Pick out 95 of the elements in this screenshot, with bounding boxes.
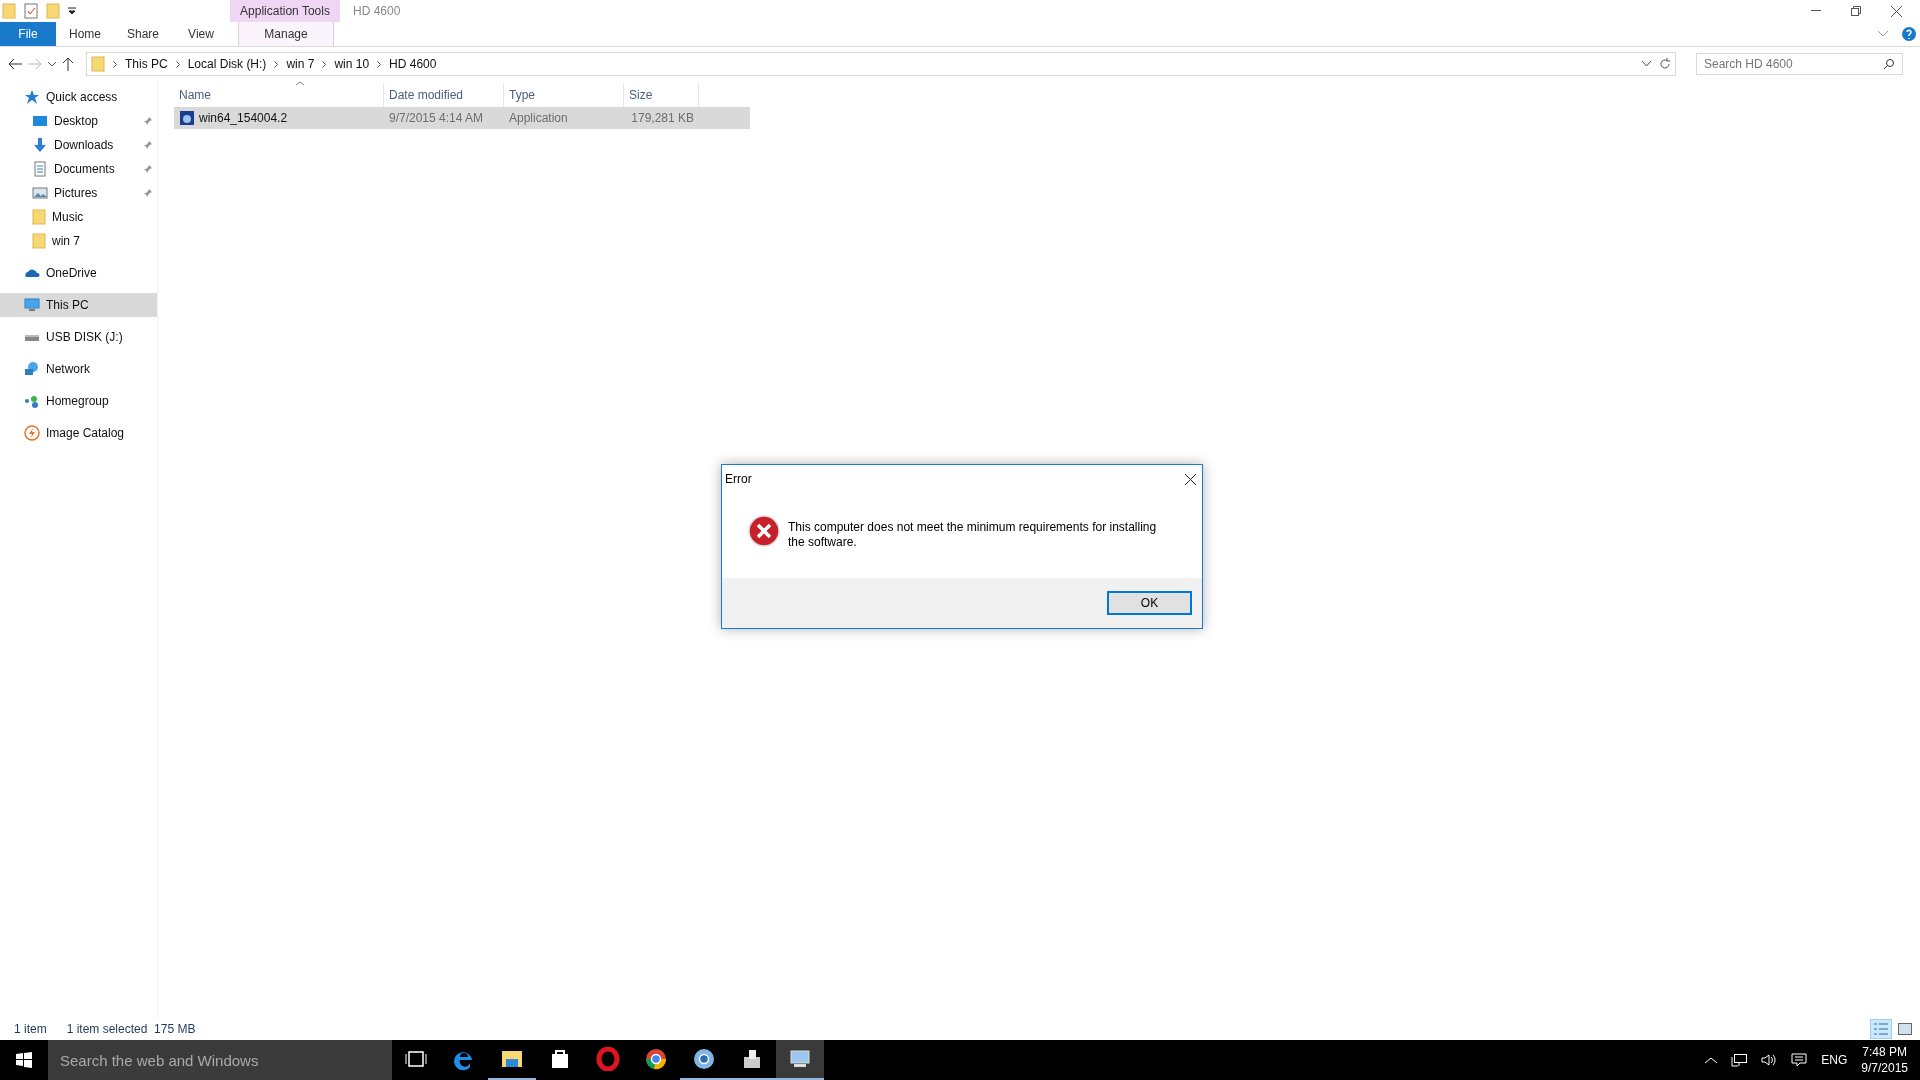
o-ring-icon [596, 1047, 620, 1071]
recent-button[interactable] [48, 61, 56, 67]
chevron-icon [113, 60, 117, 68]
new-folder-icon [46, 3, 60, 19]
desktop-icon [32, 113, 48, 129]
taskbar-search-field[interactable]: Search the web and Windows [48, 1040, 392, 1080]
search-icon [1883, 58, 1895, 70]
dropdown-icon[interactable] [68, 7, 76, 15]
properties-icon[interactable] [24, 3, 38, 19]
pin-icon [143, 164, 153, 174]
chrome-ball-icon [644, 1047, 668, 1071]
close-icon [1185, 473, 1196, 485]
dialog-title: Error [725, 472, 752, 486]
ok-button[interactable]: OK [1107, 591, 1192, 615]
size-cell-text: 179,281 KB [630, 111, 695, 125]
sidebar-item[interactable]: Desktop [0, 109, 157, 133]
folder-icon [91, 56, 105, 72]
date-cell-text: 9/7/2015 4:14 AM [388, 111, 485, 125]
chevron-icon [274, 60, 279, 68]
sidebar-item[interactable]: Network [0, 357, 157, 381]
ribbon-tab[interactable]: Manage [238, 22, 334, 46]
sidebar-item[interactable]: USB DISK (J:) [0, 325, 157, 349]
lightning-icon [24, 425, 40, 441]
down-arrow-icon [32, 137, 48, 153]
breadcrumb[interactable]: This PC [125, 57, 168, 71]
breadcrumb[interactable]: win 7 [286, 57, 315, 71]
pin-icon [143, 140, 153, 150]
error-message: This computer does not meet the minimum requirements for installing the software. [788, 520, 1158, 550]
list-icon [1874, 1023, 1888, 1035]
file-row[interactable]: win64_154004.2 9/7/2015 4:14 AM Application 179,281 KB [174, 107, 750, 129]
sidebar-item[interactable]: This PC [0, 293, 157, 317]
folder-icon [32, 209, 46, 225]
clock[interactable]: 7:48 PM 9/7/2015 [1861, 1044, 1908, 1076]
star-icon [24, 89, 40, 105]
breadcrumb[interactable]: Local Disk (H:) [187, 57, 267, 71]
ribbon-tab[interactable]: Home [56, 22, 114, 46]
speaker-icon[interactable] [1761, 1053, 1778, 1067]
monitor-icon [24, 297, 40, 313]
sidebar-item[interactable]: Documents [0, 157, 157, 181]
chevron-icon [48, 61, 56, 67]
sidebar-item[interactable]: Music [0, 205, 157, 229]
sidebar-item[interactable]: win 7 [0, 229, 157, 253]
pin-icon [143, 188, 153, 198]
browser-icon [692, 1047, 716, 1071]
language-indicator[interactable]: ENG [1821, 1053, 1848, 1067]
drive-icon [24, 333, 40, 341]
chevron-icon [322, 60, 327, 68]
taskbar-app-button[interactable] [776, 1040, 824, 1080]
application-icon [179, 110, 195, 126]
sort-caret-icon [296, 81, 304, 86]
sidebar-item[interactable]: Downloads [0, 133, 157, 157]
sidebar-item[interactable]: Image Catalog [0, 421, 157, 445]
error-icon [748, 515, 780, 547]
chevron-icon[interactable] [1642, 61, 1651, 67]
pin-icon [143, 116, 153, 126]
window-title: HD 4600 [352, 3, 402, 20]
ribbon-tab[interactable]: File [0, 22, 56, 46]
file-name: win64_154004.2 [199, 111, 288, 125]
type-cell-text: Application [508, 111, 569, 125]
image-icon [1898, 1023, 1912, 1035]
network-icon[interactable] [1731, 1053, 1748, 1067]
search-field[interactable]: Search HD 4600 [1696, 53, 1903, 75]
address-bar[interactable]: This PC Local Disk (H:) win 7 win 10 HD 4600 [86, 52, 1676, 76]
folder-icon [2, 3, 16, 19]
selection-info: 1 item selected 175 MB [66, 1022, 196, 1036]
network-icon [24, 361, 40, 377]
homegroup-icon [24, 393, 40, 409]
folder-icon [32, 233, 46, 249]
document-icon [32, 161, 48, 177]
sidebar-item[interactable]: Quick access [0, 85, 157, 109]
chevron-icon [175, 60, 180, 68]
message-icon[interactable] [1791, 1053, 1808, 1067]
left-arrow-icon [8, 58, 22, 70]
up-button[interactable] [62, 57, 74, 71]
right-arrow-icon [28, 58, 42, 70]
refresh-icon[interactable] [1659, 58, 1671, 70]
back-button[interactable] [8, 58, 22, 70]
context-tab-label: Application Tools [230, 0, 340, 22]
ribbon-tab[interactable]: Share [114, 22, 172, 46]
windows-logo-icon [16, 1052, 32, 1068]
sidebar-item[interactable]: Pictures [0, 181, 157, 205]
help-icon[interactable] [1902, 27, 1916, 41]
minimize-icon[interactable] [1811, 10, 1821, 12]
picture-icon [32, 185, 48, 201]
ribbon-tab[interactable]: View [172, 22, 230, 46]
breadcrumb[interactable]: HD 4600 [389, 57, 437, 71]
item-count: 1 item [14, 1022, 47, 1036]
restore-icon[interactable] [1851, 6, 1861, 16]
breadcrumb[interactable]: win 10 [334, 57, 370, 71]
chevron-icon [377, 60, 382, 68]
chevron-up-icon[interactable] [1705, 1056, 1718, 1064]
close-icon[interactable] [1891, 5, 1902, 17]
sidebar-item[interactable]: OneDrive [0, 261, 157, 285]
sidebar-item[interactable]: Homegroup [0, 389, 157, 413]
up-arrow-icon [62, 57, 74, 71]
